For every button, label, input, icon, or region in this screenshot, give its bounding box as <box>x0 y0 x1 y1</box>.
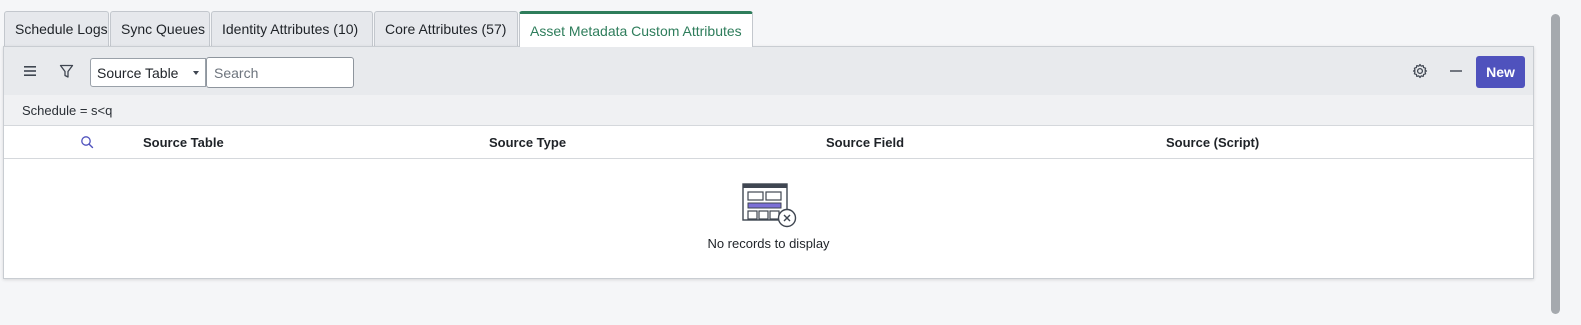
tab-bar: Schedule Logs Sync Queues Identity Attri… <box>4 11 754 47</box>
tab-schedule-logs[interactable]: Schedule Logs <box>4 11 109 46</box>
gear-icon[interactable] <box>1409 60 1431 82</box>
field-select[interactable]: Source Table <box>90 58 206 87</box>
tab-asset-metadata-custom-attributes[interactable]: Asset Metadata Custom Attributes <box>519 11 753 47</box>
column-header-source-table[interactable]: Source Table <box>143 135 224 150</box>
column-header-source-script[interactable]: Source (Script) <box>1166 135 1259 150</box>
tab-core-attributes[interactable]: Core Attributes (57) <box>374 11 518 46</box>
list-toolbar: Source Table New <box>4 47 1533 96</box>
search-input[interactable] <box>206 57 354 88</box>
empty-state-message: No records to display <box>707 236 830 251</box>
tab-sync-queues[interactable]: Sync Queues <box>110 11 210 46</box>
tab-identity-attributes[interactable]: Identity Attributes (10) <box>211 11 373 46</box>
column-header-source-field[interactable]: Source Field <box>826 135 904 150</box>
table-header: Source Table Source Type Source Field So… <box>4 127 1533 159</box>
related-list-panel: Source Table New Schedule = s<q Source T… <box>3 46 1534 279</box>
breadcrumb-condition[interactable]: Schedule = s<q <box>22 103 112 118</box>
funnel-icon[interactable] <box>55 60 77 82</box>
new-button[interactable]: New <box>1476 56 1525 88</box>
empty-table-icon <box>742 183 798 229</box>
search-icon[interactable] <box>80 135 94 149</box>
column-header-source-type[interactable]: Source Type <box>489 135 566 150</box>
field-select-value: Source Table <box>97 64 179 81</box>
breadcrumb[interactable]: Schedule = s<q <box>4 95 1533 126</box>
chevron-down-icon <box>193 71 199 75</box>
scrollbar-thumb[interactable] <box>1551 14 1560 314</box>
empty-state: No records to display <box>4 159 1533 279</box>
minus-icon[interactable] <box>1445 60 1467 82</box>
hamburger-icon[interactable] <box>19 60 41 82</box>
